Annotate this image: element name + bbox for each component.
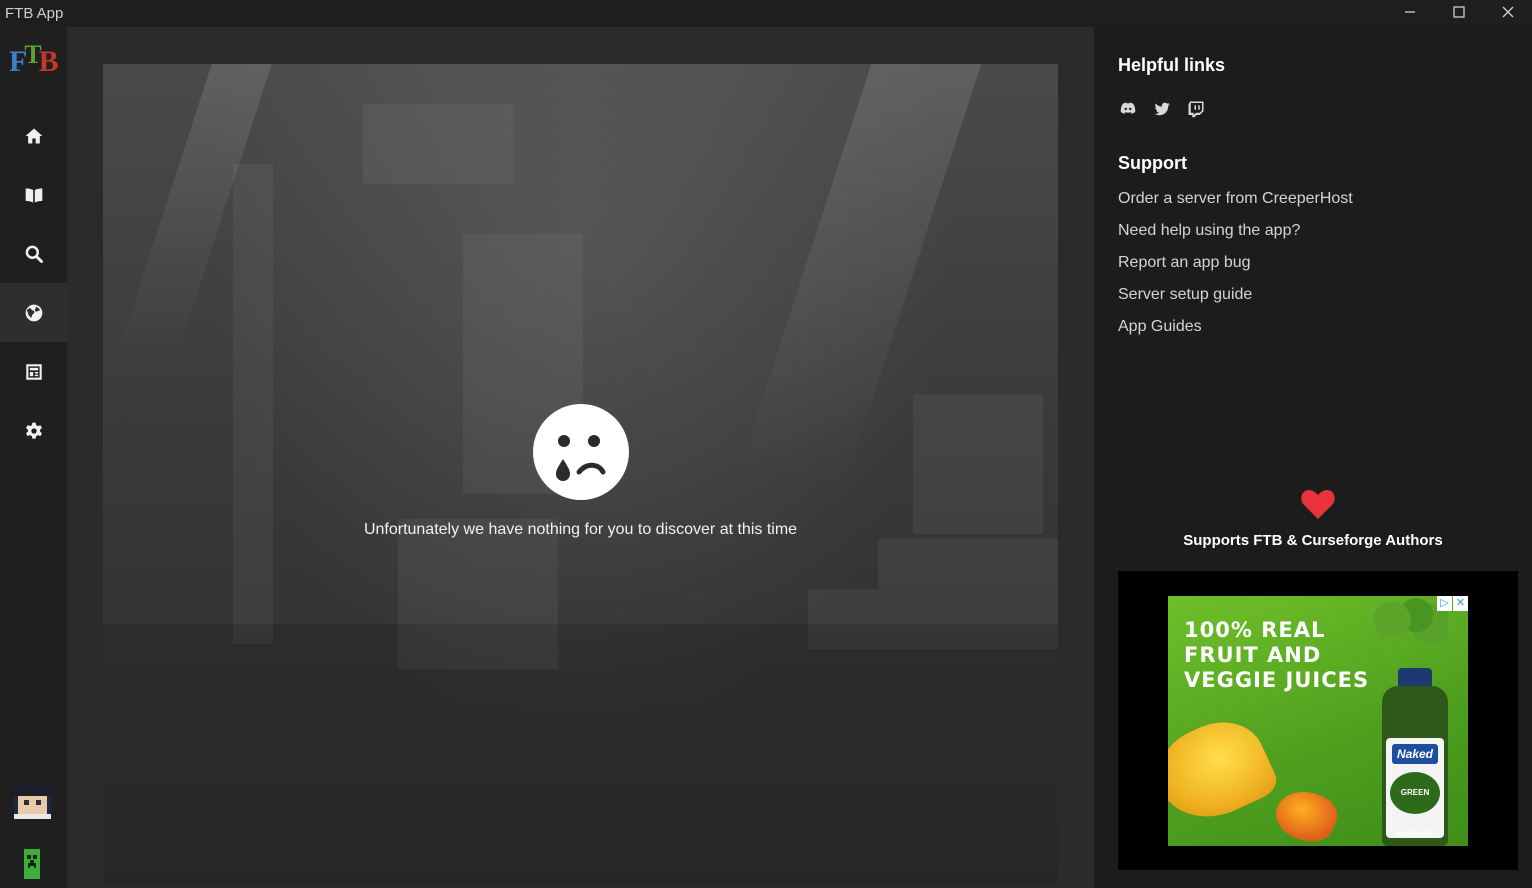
link-order-server[interactable]: Order a server from CreeperHost: [1118, 187, 1353, 219]
home-icon: [25, 128, 42, 143]
ftb-logo[interactable]: FTB: [9, 40, 59, 85]
ad-product: GREEN MACHINE: [1390, 772, 1440, 839]
book-open-icon: [25, 187, 42, 202]
search-icon: [25, 245, 43, 263]
gear-icon: [25, 422, 42, 439]
link-app-guides[interactable]: App Guides: [1118, 315, 1353, 347]
newspaper-icon: [25, 363, 42, 380]
sad-tear-icon: [533, 404, 629, 500]
discord-link[interactable]: [1118, 99, 1138, 119]
heart-icon: [1301, 490, 1335, 519]
adchoices-icon[interactable]: ▷: [1437, 596, 1452, 611]
juice-bottle-image: Naked GREEN MACHINE: [1378, 668, 1452, 846]
user-avatar[interactable]: [14, 782, 51, 819]
close-button[interactable]: [1483, 0, 1532, 24]
twitter-icon: [1154, 102, 1170, 116]
info-panel: Helpful links Support Order a server fro…: [1094, 27, 1532, 888]
ad-container: ▷ ✕ 100% REAL FRUIT AND VEGGIE JUICES Na…: [1118, 571, 1518, 870]
sidebar-item-library[interactable]: [0, 165, 67, 224]
logo-letter-f: F: [9, 45, 27, 78]
sidebar: FTB: [0, 27, 67, 888]
sidebar-item-discover[interactable]: [0, 283, 67, 342]
twitch-icon: [1188, 101, 1204, 118]
support-links: Order a server from CreeperHost Need hel…: [1118, 187, 1353, 347]
empty-state-message: Unfortunately we have nothing for you to…: [363, 521, 798, 538]
globe-icon: [25, 304, 42, 321]
window-title: FTB App: [5, 5, 64, 22]
ad-close-icon[interactable]: ✕: [1453, 596, 1468, 611]
sidebar-item-search[interactable]: [0, 224, 67, 283]
sidebar-item-home[interactable]: [0, 106, 67, 165]
creeper-icon[interactable]: [24, 849, 40, 879]
social-links: [1118, 99, 1206, 119]
adchoices[interactable]: ▷ ✕: [1436, 596, 1468, 611]
minimize-icon: [1404, 11, 1415, 13]
logo-letter-b: B: [38, 45, 59, 78]
link-report-bug[interactable]: Report an app bug: [1118, 251, 1353, 283]
ad-headline: 100% REAL FRUIT AND VEGGIE JUICES: [1184, 618, 1370, 692]
mango-image: [1269, 783, 1343, 846]
helpful-links-heading: Helpful links: [1118, 55, 1226, 75]
sidebar-item-news[interactable]: [0, 342, 67, 401]
maximize-button[interactable]: [1434, 0, 1483, 24]
supports-authors-text: Supports FTB & Curseforge Authors: [1183, 532, 1443, 549]
window-controls: [1385, 0, 1532, 27]
logo-letter-t: T: [24, 40, 41, 69]
pineapple-image: [1168, 706, 1282, 836]
advertisement[interactable]: ▷ ✕ 100% REAL FRUIT AND VEGGIE JUICES Na…: [1168, 596, 1468, 846]
title-bar: FTB App: [0, 0, 1532, 27]
discord-icon: [1120, 102, 1136, 114]
maximize-icon: [1452, 6, 1465, 18]
background-artwork: Unfortunately we have nothing for you to…: [103, 64, 1058, 884]
support-heading: Support: [1118, 153, 1187, 173]
discover-page: Unfortunately we have nothing for you to…: [67, 27, 1094, 888]
sidebar-item-settings[interactable]: [0, 401, 67, 460]
close-icon: [1502, 6, 1513, 18]
twitch-link[interactable]: [1186, 99, 1206, 119]
twitter-link[interactable]: [1152, 99, 1172, 119]
link-need-help[interactable]: Need help using the app?: [1118, 219, 1353, 251]
ad-brand: Naked: [1392, 744, 1438, 764]
minimize-button[interactable]: [1385, 0, 1434, 24]
link-server-setup-guide[interactable]: Server setup guide: [1118, 283, 1353, 315]
